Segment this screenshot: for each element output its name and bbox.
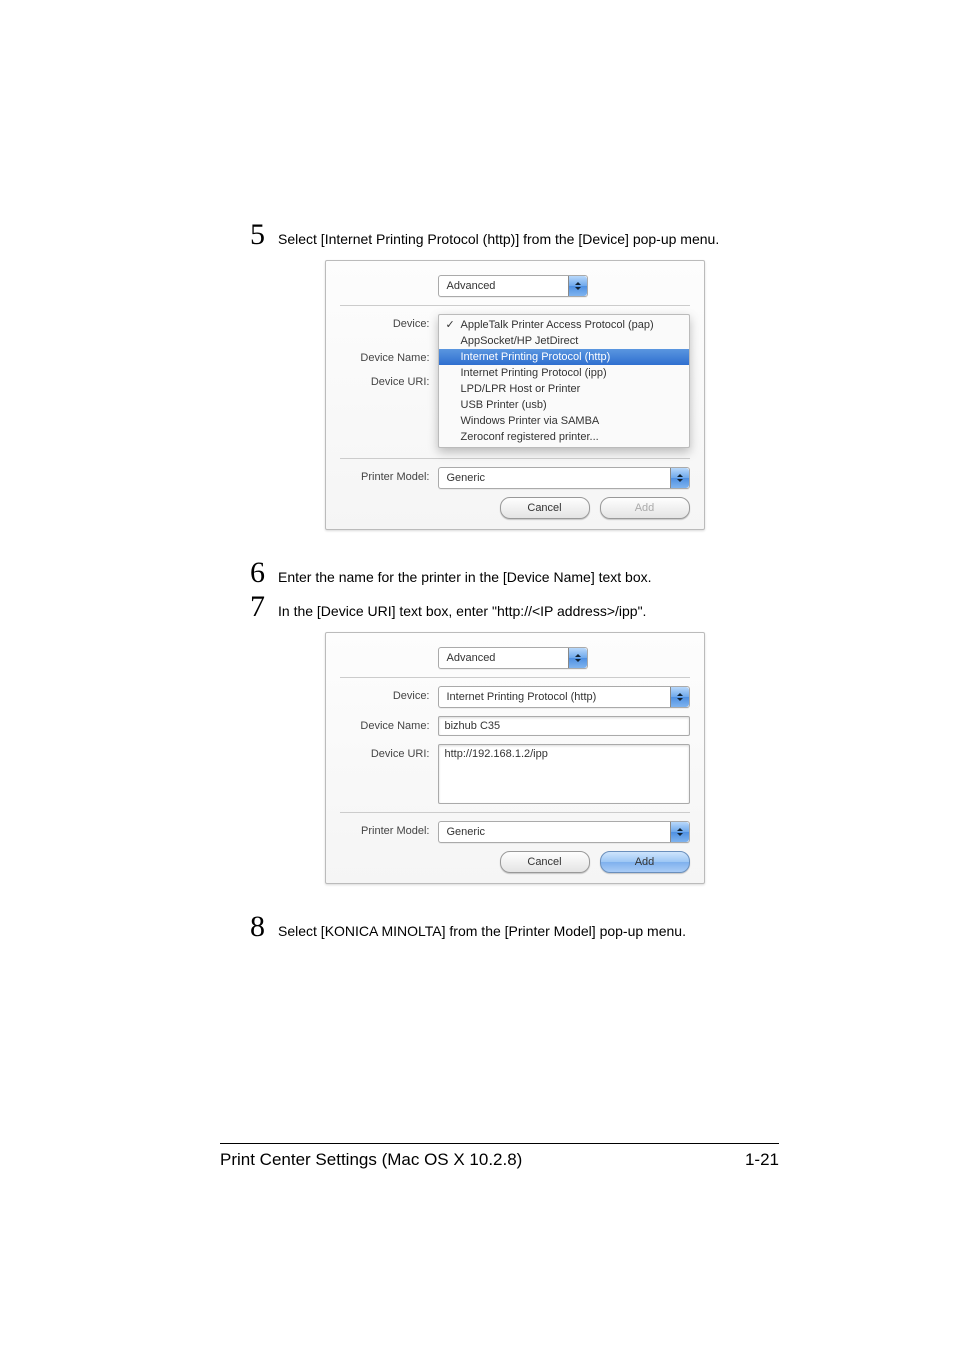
screenshot-add-printer-filled: Advanced Device: Internet Printing Proto… — [325, 632, 705, 884]
step-text: Select [KONICA MINOLTA] from the [Printe… — [278, 922, 686, 942]
screenshot-add-printer-menu: Advanced Device: AppleTalk Printer Acces… — [325, 260, 705, 530]
device-label: Device: — [340, 686, 438, 702]
step-number: 6 — [250, 558, 278, 588]
add-button[interactable]: Add — [600, 851, 690, 873]
device-name-label: Device Name: — [340, 348, 438, 364]
spacer — [340, 275, 438, 279]
mode-select-value: Advanced — [447, 648, 496, 668]
menu-item-samba[interactable]: Windows Printer via SAMBA — [439, 413, 689, 429]
divider — [340, 812, 690, 813]
divider — [340, 305, 690, 306]
chevron-updown-icon — [670, 468, 689, 488]
printer-model-select[interactable]: Generic — [438, 821, 690, 843]
add-button[interactable]: Add — [600, 497, 690, 519]
device-name-label: Device Name: — [340, 716, 438, 732]
step-number: 7 — [250, 592, 278, 622]
mode-select[interactable]: Advanced — [438, 275, 588, 297]
menu-item-appsocket[interactable]: AppSocket/HP JetDirect — [439, 333, 689, 349]
step-text: Select [Internet Printing Protocol (http… — [278, 230, 719, 250]
spacer — [340, 647, 438, 651]
device-uri-input[interactable]: http://192.168.1.2/ipp — [438, 744, 690, 804]
menu-item-usb[interactable]: USB Printer (usb) — [439, 397, 689, 413]
printer-model-value: Generic — [447, 468, 486, 488]
printer-model-label: Printer Model: — [340, 821, 438, 837]
device-name-input[interactable]: bizhub C35 — [438, 716, 690, 736]
cancel-button[interactable]: Cancel — [500, 497, 590, 519]
page-number: 1-21 — [745, 1150, 779, 1170]
device-select[interactable]: Internet Printing Protocol (http) — [438, 686, 690, 708]
chevron-updown-icon — [568, 276, 587, 296]
menu-item-ipp-http[interactable]: Internet Printing Protocol (http) — [439, 349, 689, 365]
menu-item-ipp[interactable]: Internet Printing Protocol (ipp) — [439, 365, 689, 381]
printer-model-label: Printer Model: — [340, 467, 438, 483]
step-8: 8 Select [KONICA MINOLTA] from the [Prin… — [250, 912, 779, 942]
device-label: Device: — [340, 314, 438, 330]
step-number: 5 — [250, 220, 278, 250]
step-number: 8 — [250, 912, 278, 942]
divider — [340, 458, 690, 459]
mode-select[interactable]: Advanced — [438, 647, 588, 669]
menu-item-lpd[interactable]: LPD/LPR Host or Printer — [439, 381, 689, 397]
printer-model-select[interactable]: Generic — [438, 467, 690, 489]
step-text: In the [Device URI] text box, enter "htt… — [278, 602, 646, 622]
mode-select-value: Advanced — [447, 276, 496, 296]
menu-item-zeroconf[interactable]: Zeroconf registered printer... — [439, 429, 689, 445]
step-6: 6 Enter the name for the printer in the … — [250, 558, 779, 588]
menu-item-appletalk[interactable]: AppleTalk Printer Access Protocol (pap) — [439, 317, 689, 333]
printer-model-value: Generic — [447, 822, 486, 842]
chevron-updown-icon — [568, 648, 587, 668]
step-text: Enter the name for the printer in the [D… — [278, 568, 652, 588]
device-select-value: Internet Printing Protocol (http) — [447, 687, 597, 707]
page-footer: Print Center Settings (Mac OS X 10.2.8) … — [220, 1143, 779, 1170]
step-5: 5 Select [Internet Printing Protocol (ht… — [250, 220, 779, 250]
step-7: 7 In the [Device URI] text box, enter "h… — [250, 592, 779, 622]
divider — [340, 677, 690, 678]
cancel-button[interactable]: Cancel — [500, 851, 590, 873]
chevron-updown-icon — [670, 822, 689, 842]
device-uri-label: Device URI: — [340, 744, 438, 760]
device-uri-label: Device URI: — [340, 372, 438, 388]
device-popup-menu[interactable]: AppleTalk Printer Access Protocol (pap) … — [438, 314, 690, 448]
chevron-updown-icon — [670, 687, 689, 707]
footer-title: Print Center Settings (Mac OS X 10.2.8) — [220, 1150, 522, 1170]
